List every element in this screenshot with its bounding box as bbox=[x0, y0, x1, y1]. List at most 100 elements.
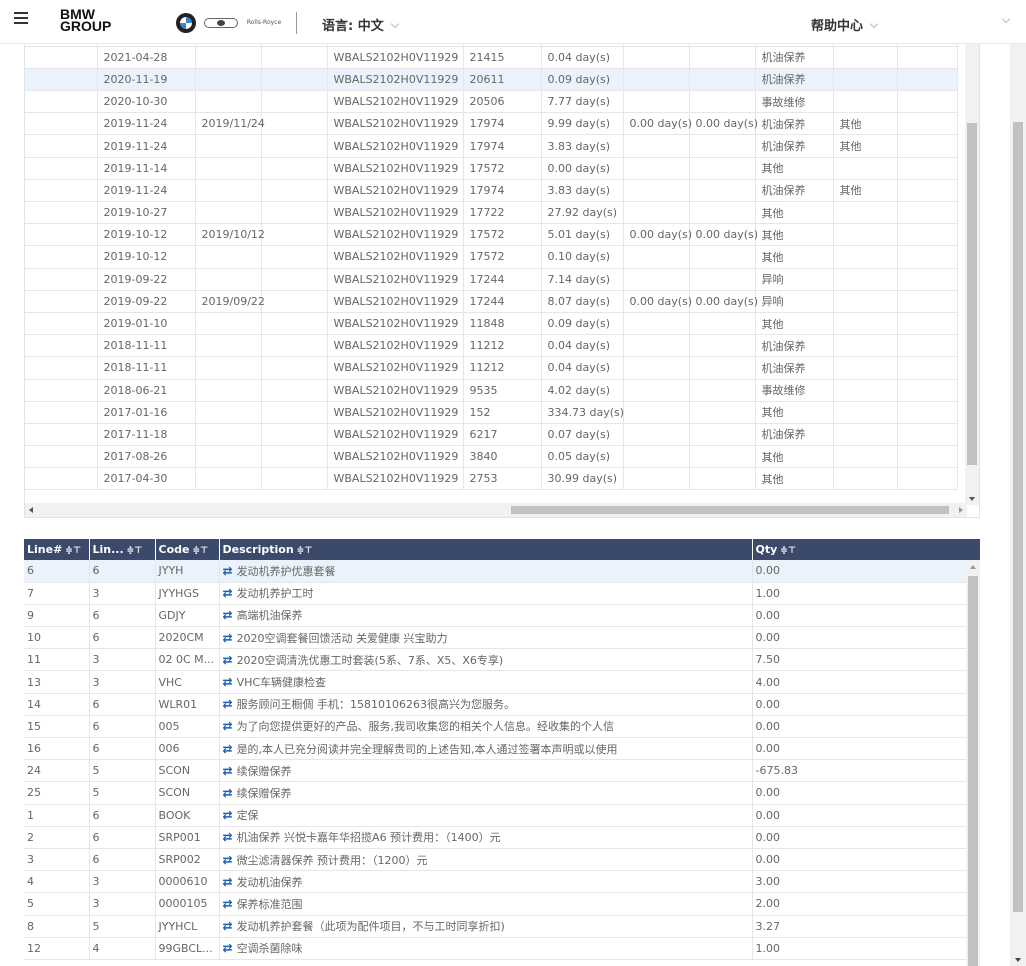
transfer-icon[interactable]: ⇄ bbox=[223, 608, 233, 622]
scroll-down-arrow-icon[interactable] bbox=[969, 497, 975, 501]
table-row[interactable]: 2017-01-16 WBALS2102H0V11929 152 334.73 day… bbox=[25, 401, 958, 424]
transfer-icon[interactable]: ⇄ bbox=[223, 564, 233, 578]
transfer-icon[interactable]: ⇄ bbox=[223, 675, 233, 689]
table-row[interactable]: 2018-11-11 WBALS2102H0V11929 11212 0.04 day… bbox=[25, 356, 958, 380]
table-cell bbox=[897, 68, 958, 92]
user-menu-chevron-icon[interactable] bbox=[1001, 14, 1011, 24]
table-row[interactable]: 2019-09-22 2019/09/22 WBALS2102H0V11929 172… bbox=[25, 290, 958, 313]
table-row[interactable]: 2019-09-22 WBALS2102H0V11929 17244 7.14 day… bbox=[25, 268, 958, 291]
scroll-down-arrow-icon[interactable] bbox=[1015, 958, 1021, 962]
transfer-icon[interactable]: ⇄ bbox=[223, 631, 233, 645]
table-cell bbox=[897, 223, 958, 247]
table-cell: 1.00 bbox=[752, 582, 967, 605]
table-row[interactable]: 2019-11-14 WBALS2102H0V11929 17572 0.00 day… bbox=[25, 157, 958, 180]
horizontal-scrollbar[interactable] bbox=[25, 503, 967, 517]
table-row[interactable]: 2019-11-24 WBALS2102H0V11929 17974 3.83 day… bbox=[25, 134, 958, 158]
table-row[interactable]: 14 6 WLR01 ⇄ 服务顾问王橱倜 手机：15810106263很高兴为您服务。 0… bbox=[24, 693, 967, 716]
table-row[interactable]: 2020-10-30 WBALS2102H0V11929 20506 7.77 day… bbox=[25, 90, 958, 114]
table-cell bbox=[689, 46, 756, 69]
transfer-icon[interactable]: ⇄ bbox=[223, 853, 233, 867]
sort-filter-icon[interactable]: ≑⊤ bbox=[297, 546, 313, 556]
transfer-icon[interactable]: ⇄ bbox=[223, 764, 233, 778]
scrollbar-thumb[interactable] bbox=[1013, 122, 1023, 912]
table-row[interactable]: 3 6 SRP002 ⇄ 微尘滤清器保养 预计费用：（1200）元 0.00 bbox=[24, 848, 967, 872]
table-row[interactable]: 13 3 VHC ⇄ VHC车辆健康检查 4.00 bbox=[24, 670, 967, 694]
transfer-icon[interactable]: ⇄ bbox=[223, 653, 233, 667]
table-row[interactable]: 2019-11-24 2019/11/24 WBALS2102H0V11929 179… bbox=[25, 112, 958, 136]
column-header[interactable]: Description ≑⊤ bbox=[219, 539, 753, 560]
transfer-icon[interactable]: ⇄ bbox=[223, 808, 233, 822]
vertical-scrollbar[interactable] bbox=[966, 560, 980, 966]
sort-filter-icon[interactable]: ≑⊤ bbox=[192, 546, 208, 556]
table-cell: 0000610 bbox=[155, 870, 220, 894]
table-row[interactable]: 2019-11-24 WBALS2102H0V11929 17974 3.83 day… bbox=[25, 179, 958, 203]
table-row[interactable]: 2019-10-12 WBALS2102H0V11929 17572 0.10 day… bbox=[25, 245, 958, 269]
table-row[interactable]: 7 3 JYYHGS ⇄ 发动机养护工时 1.00 bbox=[24, 582, 967, 605]
table-cell bbox=[833, 268, 898, 291]
table-row[interactable]: 2021-04-28 WBALS2102H0V11929 21415 0.04 day… bbox=[25, 46, 958, 69]
table-row[interactable]: 5 3 0000105 ⇄ 保养标准范围 2.00 bbox=[24, 892, 967, 916]
table-row[interactable]: 8 5 JYYHCL ⇄ 发动机养护套餐（此项为配件项目，不与工时同享折扣) 3.27 bbox=[24, 915, 967, 938]
table-row[interactable]: 2018-11-11 WBALS2102H0V11929 11212 0.04 day… bbox=[25, 334, 958, 358]
sort-filter-icon[interactable]: ≑⊤ bbox=[127, 546, 143, 556]
scroll-up-arrow-icon[interactable] bbox=[970, 565, 976, 569]
table-row[interactable]: 6 6 JYYH ⇄ 发动机养护优惠套餐 0.00 bbox=[24, 560, 967, 583]
table-row[interactable]: 15 6 005 ⇄ 为了向您提供更好的产品、服务,我司收集您的相关个人信息。经收集的个… bbox=[24, 715, 967, 739]
help-center-menu[interactable]: 帮助中心 bbox=[811, 15, 879, 34]
table-row[interactable]: 16 6 006 ⇄ 是的,本人已充分阅读并完全理解贵司的上述告知,本人通过签署本声明或… bbox=[24, 737, 967, 761]
table-row[interactable]: 2019-10-12 2019/10/12 WBALS2102H0V11929 175… bbox=[25, 223, 958, 247]
table-row[interactable]: 2017-11-18 WBALS2102H0V11929 6217 0.07 day(… bbox=[25, 423, 958, 447]
scroll-left-arrow-icon[interactable] bbox=[29, 507, 33, 513]
transfer-icon[interactable]: ⇄ bbox=[223, 586, 233, 600]
scrollbar-thumb[interactable] bbox=[511, 506, 949, 514]
column-header[interactable]: Line# ≑⊤ bbox=[24, 539, 90, 560]
transfer-icon[interactable]: ⇄ bbox=[223, 830, 233, 844]
table-row[interactable]: 11 3 02 0C M... ⇄ 2020空调清洗优惠工时套装(5系、7系、X5、X6… bbox=[24, 648, 967, 672]
table-cell: 1 bbox=[24, 804, 90, 827]
table-row[interactable]: 4 3 0000610 ⇄ 发动机油保养 3.00 bbox=[24, 870, 967, 894]
scrollbar-thumb[interactable] bbox=[967, 123, 977, 465]
table-cell: ⇄ 发动机养护套餐（此项为配件项目，不与工时同享折扣) bbox=[219, 915, 753, 938]
table-row[interactable]: 10 6 2020CM ⇄ 2020空调套餐回馈活动 关爱健康 兴宝助力 0.00 bbox=[24, 626, 967, 650]
table-row[interactable]: 12 4 99GBCL... ⇄ 空调杀菌除味 1.00 bbox=[24, 937, 967, 960]
table-row[interactable]: 25 5 SCON ⇄ 续保赠保养 0.00 bbox=[24, 781, 967, 805]
column-header[interactable]: Lin... ≑⊤ bbox=[89, 539, 156, 560]
menu-icon[interactable] bbox=[14, 12, 28, 26]
table-cell bbox=[261, 179, 328, 203]
table-cell bbox=[897, 112, 958, 136]
transfer-icon[interactable]: ⇄ bbox=[223, 719, 233, 733]
table-row[interactable]: 2017-04-30 WBALS2102H0V11929 2753 30.99 day… bbox=[25, 467, 958, 491]
table-row[interactable]: 2 6 SRP001 ⇄ 机油保养 兴悦卡嘉年华招揽A6 预计费用：（1400）元 0.0… bbox=[24, 826, 967, 849]
sort-filter-icon[interactable]: ≑⊤ bbox=[65, 546, 81, 556]
column-header[interactable]: Qty ≑⊤ bbox=[752, 539, 967, 560]
table-cell: 5 bbox=[24, 892, 90, 916]
table-cell: WBALS2102H0V11929 bbox=[327, 268, 464, 291]
transfer-icon[interactable]: ⇄ bbox=[223, 941, 233, 955]
column-header[interactable]: Code ≑⊤ bbox=[155, 539, 220, 560]
table-row[interactable]: 2019-10-27 WBALS2102H0V11929 17722 27.92 da… bbox=[25, 201, 958, 225]
table-cell: 17974 bbox=[463, 112, 542, 136]
table-row[interactable]: 2018-06-21 WBALS2102H0V11929 9535 4.02 day(… bbox=[25, 379, 958, 402]
transfer-icon[interactable]: ⇄ bbox=[223, 897, 233, 911]
table-row[interactable]: 2020-11-19 WBALS2102H0V11929 20611 0.09 day… bbox=[25, 68, 958, 92]
table-cell: 机油保养 bbox=[755, 356, 834, 380]
language-selector[interactable]: 语言: 中文 bbox=[322, 15, 399, 34]
sort-filter-icon[interactable]: ≑⊤ bbox=[780, 546, 796, 556]
table-row[interactable]: 2019-01-10 WBALS2102H0V11929 11848 0.09 day… bbox=[25, 312, 958, 336]
table-row[interactable]: 24 5 SCON ⇄ 续保赠保养 -675.83 bbox=[24, 759, 967, 783]
scrollbar-thumb[interactable] bbox=[968, 576, 978, 966]
transfer-icon[interactable]: ⇄ bbox=[223, 742, 233, 756]
table-cell bbox=[623, 423, 690, 447]
transfer-icon[interactable]: ⇄ bbox=[223, 919, 233, 933]
table-row[interactable]: 9 6 GDJY ⇄ 高端机油保养 0.00 bbox=[24, 604, 967, 628]
table-row[interactable]: 2017-08-26 WBALS2102H0V11929 3840 0.05 day(… bbox=[25, 445, 958, 469]
vertical-scrollbar[interactable] bbox=[965, 35, 979, 505]
table-row[interactable]: 1 6 BOOK ⇄ 定保 0.00 bbox=[24, 804, 967, 827]
table-cell bbox=[833, 290, 898, 313]
transfer-icon[interactable]: ⇄ bbox=[223, 697, 233, 711]
transfer-icon[interactable]: ⇄ bbox=[223, 786, 233, 800]
table-cell: 3 bbox=[89, 670, 156, 694]
page-scrollbar[interactable] bbox=[1010, 44, 1026, 966]
transfer-icon[interactable]: ⇄ bbox=[223, 875, 233, 889]
scroll-right-arrow-icon[interactable] bbox=[959, 507, 963, 513]
